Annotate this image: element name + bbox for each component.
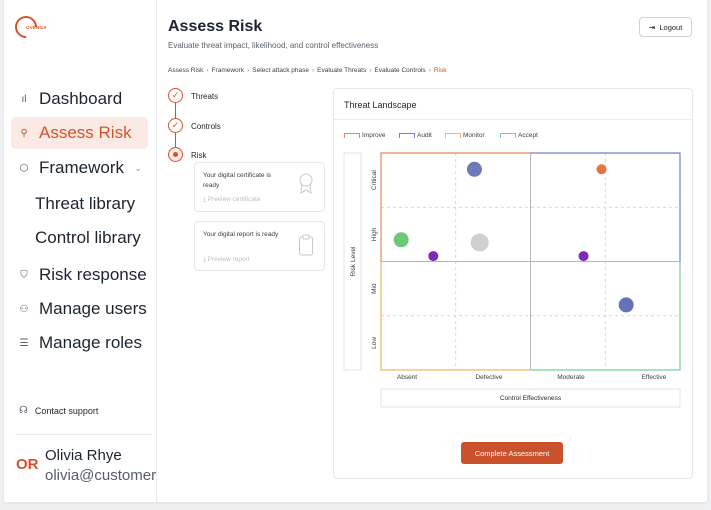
risk-matrix-chart: Risk Level Low Mid High Critical Absent Defect…: [343, 152, 681, 408]
y-tick-label: Critical: [371, 170, 378, 190]
threat-point: [578, 251, 589, 262]
threat-point: [428, 251, 439, 262]
x-tick-label: Defective: [475, 374, 502, 381]
threat-point: [596, 164, 607, 175]
x-tick-label: Absent: [397, 374, 417, 381]
threat-point: [393, 232, 409, 248]
threat-point: [618, 297, 634, 313]
x-tick-label: Moderate: [557, 374, 585, 381]
y-tick-label: High: [371, 227, 378, 241]
complete-assessment-button[interactable]: Complete Assessment: [461, 442, 563, 464]
threat-point: [470, 233, 489, 252]
y-axis-label: Risk Level: [350, 246, 357, 277]
app-window: OVENGA ıl Dashboard ⚲ Assess Risk ⬡ Fram…: [4, 0, 707, 502]
x-tick-label: Effective: [642, 374, 667, 381]
threat-point: [466, 161, 482, 177]
x-axis-label: Control Effectiveness: [500, 395, 562, 402]
y-tick-label: Low: [371, 337, 378, 349]
y-tick-label: Mid: [371, 283, 378, 294]
